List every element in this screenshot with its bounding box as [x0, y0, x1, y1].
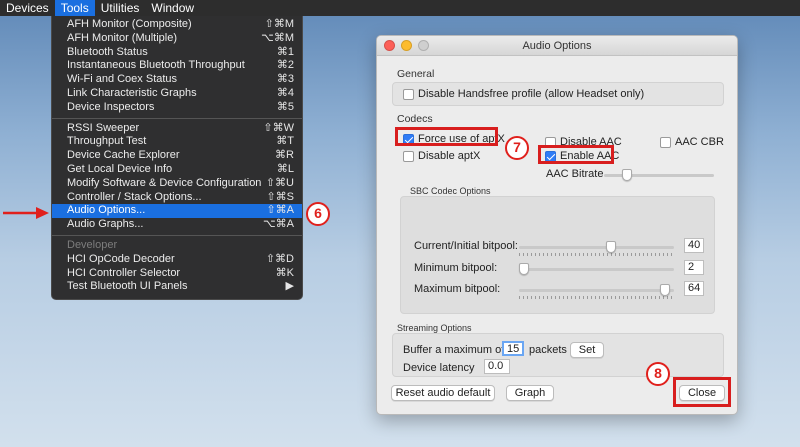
audio-options-window: Audio Options General Disable Handsfree …	[376, 35, 738, 415]
disable-handsfree-checkbox[interactable]: Disable Handsfree profile (allow Headset…	[403, 88, 644, 100]
menu-item-hci-opcode[interactable]: HCI OpCode Decoder ⇧⌘D	[52, 253, 302, 267]
step-7-badge: 7	[505, 136, 529, 160]
menu-item-audio-options[interactable]: Audio Options... ⇧⌘A	[52, 204, 302, 219]
slider-knob[interactable]	[660, 284, 670, 296]
disable-aptx-label: Disable aptX	[418, 150, 481, 162]
menu-item-controller-stack[interactable]: Controller / Stack Options... ⇧⌘S	[52, 191, 302, 205]
tools-menu: AFH Monitor (Composite) ⇧⌘M AFH Monitor (…	[51, 16, 303, 300]
window-zoom-icon[interactable]	[418, 40, 429, 51]
menu-item-modify-config[interactable]: Modify Software & Device Configuration ⇧⌘…	[52, 177, 302, 191]
checkbox-icon[interactable]	[660, 136, 671, 148]
aac-cbr-label: AAC CBR	[675, 136, 724, 148]
window-title: Audio Options	[522, 40, 592, 52]
slider-ticks	[519, 296, 674, 299]
menu-item-hci-controller[interactable]: HCI Controller Selector ⌘K	[52, 267, 302, 281]
general-box: Disable Handsfree profile (allow Headset…	[392, 82, 724, 106]
menu-separator	[52, 117, 302, 119]
menu-item-device-cache[interactable]: Device Cache Explorer ⌘R	[52, 149, 302, 163]
slider-track	[519, 289, 674, 292]
streaming-section-title: Streaming Options	[397, 323, 472, 333]
buffer-label: Buffer a maximum of	[403, 344, 505, 356]
streaming-box: Buffer a maximum of 15 packets Set Devic…	[392, 333, 724, 377]
menu-item-test-ui-panels[interactable]: Test Bluetooth UI Panels ▶	[52, 280, 302, 294]
window-titlebar: Audio Options	[377, 36, 737, 56]
packets-label: packets	[529, 344, 567, 356]
highlight-close-button	[673, 377, 731, 407]
menu-item-bluetooth-status[interactable]: Bluetooth Status ⌘1	[52, 46, 302, 60]
current-bitpool-field[interactable]: 40	[684, 238, 704, 253]
menubar-tools[interactable]: Tools	[54, 0, 95, 16]
slider-track	[519, 268, 674, 271]
menu-separator	[52, 234, 302, 236]
menu-item-device-inspectors[interactable]: Device Inspectors ⌘5	[52, 101, 302, 115]
sbc-box: Current/Initial bitpool: 40 Minimum bitp…	[400, 196, 715, 314]
menu-item-throughput-test[interactable]: Throughput Test ⌘T	[52, 135, 302, 149]
latency-label: Device latency	[403, 362, 475, 374]
maximum-bitpool-label: Maximum bitpool:	[414, 283, 501, 295]
minimum-bitpool-field[interactable]: 2	[684, 260, 704, 275]
current-bitpool-label: Current/Initial bitpool:	[414, 240, 518, 252]
menu-item-afh-composite[interactable]: AFH Monitor (Composite) ⇧⌘M	[52, 18, 302, 32]
graph-button[interactable]: Graph	[506, 385, 554, 401]
menu-item-afh-multiple[interactable]: AFH Monitor (Multiple) ⌥⌘M	[52, 32, 302, 46]
codecs-section-title: Codecs	[397, 113, 433, 125]
step-6-badge: 6	[306, 202, 330, 226]
highlight-force-aptx	[395, 127, 498, 146]
reset-audio-default-button[interactable]: Reset audio default	[391, 385, 495, 401]
menu-item-throughput[interactable]: Instantaneous Bluetooth Throughput ⌘2	[52, 59, 302, 73]
menu-item-wifi-coex[interactable]: Wi-Fi and Coex Status ⌘3	[52, 73, 302, 87]
disable-aptx-checkbox[interactable]: Disable aptX	[403, 150, 480, 162]
minimum-bitpool-slider[interactable]	[519, 263, 674, 277]
maximum-bitpool-slider[interactable]	[519, 284, 674, 299]
menubar: Devices Tools Utilities Window	[0, 0, 800, 16]
menubar-devices[interactable]: Devices	[0, 0, 55, 16]
menu-item-audio-graphs[interactable]: Audio Graphs... ⌥⌘A	[52, 218, 302, 232]
aac-bitrate-slider[interactable]	[604, 169, 714, 183]
current-bitpool-slider[interactable]	[519, 241, 674, 256]
checkbox-icon[interactable]	[403, 150, 414, 162]
red-arrow-icon	[3, 207, 49, 219]
window-minimize-icon[interactable]	[401, 40, 412, 51]
menu-item-local-device-info[interactable]: Get Local Device Info ⌘L	[52, 163, 302, 177]
aac-bitrate-label: AAC Bitrate	[546, 168, 604, 180]
menubar-utilities[interactable]: Utilities	[95, 0, 146, 16]
sbc-section-title: SBC Codec Options	[410, 186, 491, 196]
aac-cbr-checkbox[interactable]: AAC CBR	[660, 136, 724, 148]
menu-item-rssi-sweeper[interactable]: RSSI Sweeper ⇧⌘W	[52, 122, 302, 136]
general-section-title: General	[397, 68, 435, 80]
slider-knob[interactable]	[622, 169, 632, 181]
minimum-bitpool-label: Minimum bitpool:	[414, 262, 498, 274]
disable-handsfree-label: Disable Handsfree profile (allow Headset…	[418, 88, 645, 100]
step-8-badge: 8	[646, 362, 670, 386]
buffer-input[interactable]: 15	[502, 341, 524, 356]
slider-ticks	[519, 253, 674, 256]
slider-track	[604, 174, 714, 177]
set-button[interactable]: Set	[570, 342, 604, 358]
maximum-bitpool-field[interactable]: 64	[684, 281, 704, 296]
menu-item-link-graphs[interactable]: Link Characteristic Graphs ⌘4	[52, 87, 302, 101]
menubar-window[interactable]: Window	[145, 0, 200, 16]
slider-knob[interactable]	[519, 263, 529, 275]
menu-header-developer: Developer	[67, 238, 118, 251]
slider-knob[interactable]	[606, 241, 616, 253]
latency-field[interactable]: 0.0	[484, 359, 510, 374]
checkbox-icon[interactable]	[403, 88, 414, 100]
window-close-icon[interactable]	[384, 40, 395, 51]
slider-track	[519, 246, 674, 249]
submenu-arrow-icon: ▶	[285, 280, 294, 293]
highlight-enable-aac	[538, 145, 614, 164]
